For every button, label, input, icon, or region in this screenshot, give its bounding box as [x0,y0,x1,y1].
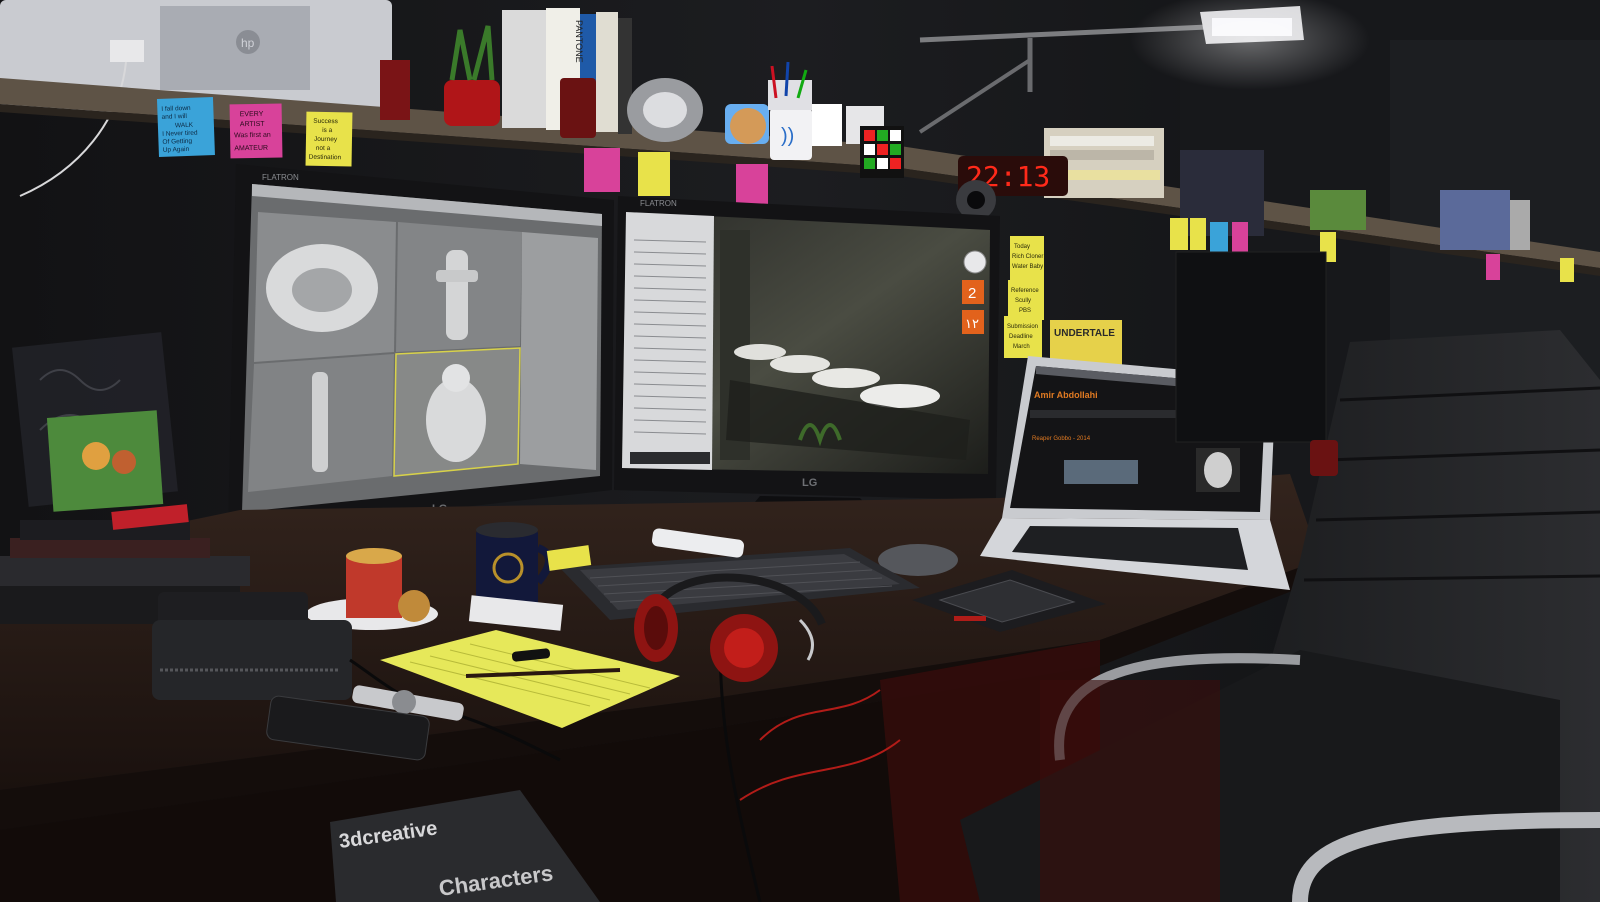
calendar-tile-2-text: ١٢ [965,316,979,331]
svg-text:)): )) [781,125,794,147]
wall-notes: Today Rich Cloner Water Baby Reference S… [1004,236,1044,358]
shelf-note-small-2 [1190,218,1206,250]
shelf-note-2-yellow [638,152,670,196]
right-monitor-logo: LG [802,477,817,489]
left-monitor-brand: FLATRON [262,173,299,182]
back-mug [1310,440,1338,476]
shelf-note-small-7 [1560,258,1574,282]
right-monitor-brand: FLATRON [640,199,677,208]
shelf-note-yellow: Success is a Journey not a Destination [305,111,353,167]
shelf-note-3-pink [736,164,768,206]
shelf-note-small-3 [1210,222,1228,252]
printer-logo: hp [241,36,255,50]
shelf-note-small-1 [1170,218,1188,250]
left-monitor: FLATRON LG [228,164,614,534]
laptop-post-title: Reaper Gobbo - 2014 [1032,436,1091,442]
workspace-scene: hp PANTONE )) 22:13 I fall down and I wi… [0,0,1600,902]
command-panel [520,232,598,470]
laptop-site-title: Amir Abdollahi [1034,390,1098,400]
right-monitor: 2 ١٢ FLATRON LG [614,196,1000,520]
scene-illustration: hp PANTONE )) 22:13 I fall down and I wi… [0,0,1600,902]
shelf-note-pink: EVERY ARTIST Was first an AMATEUR [229,103,283,159]
calendar-tile-1-text: 2 [968,285,976,302]
shelf-note-2-pink [584,148,620,192]
media-playlist [622,212,714,470]
poster-title: UNDERTALE [1054,328,1115,339]
shelf-note-yellow-text: Success is a Journey not a Destination [309,118,343,162]
shelf-note-blue: I fall down and I will WALK I Never tire… [156,97,215,157]
book-spine-label: PANTONE [574,20,584,63]
shelf-note-small-4 [1232,222,1248,252]
back-monitor [1175,251,1327,443]
shelf-note-small-6 [1486,254,1500,280]
clock-gadget [963,250,987,274]
